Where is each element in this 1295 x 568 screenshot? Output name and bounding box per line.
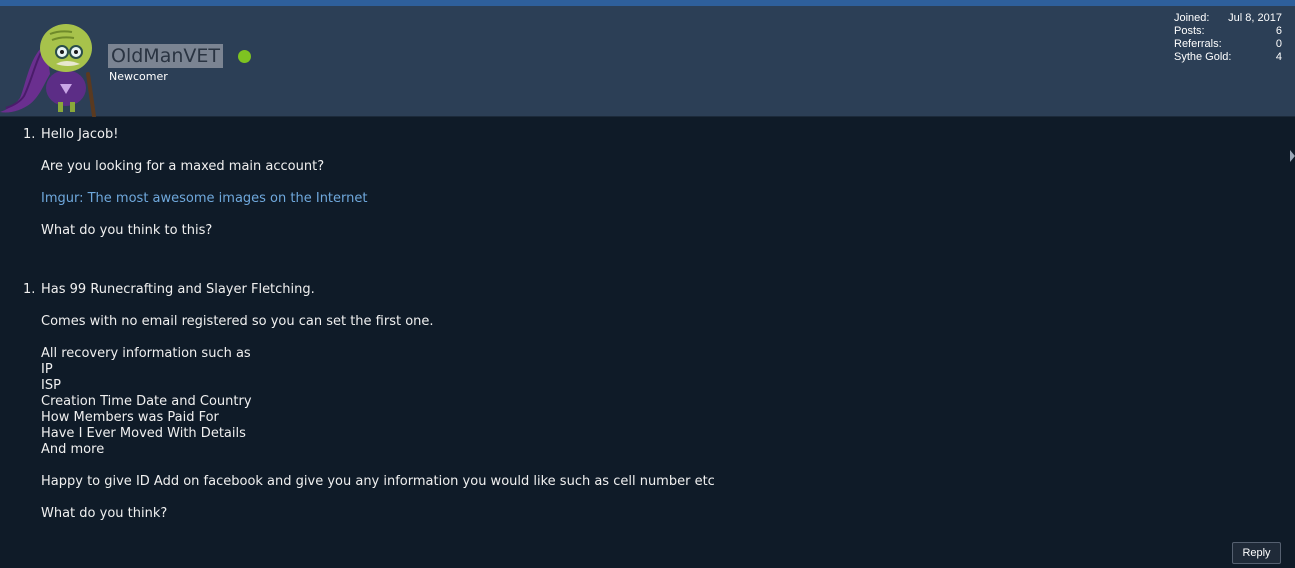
recovery-item: And more xyxy=(41,442,105,457)
stat-referrals-label: Referrals: xyxy=(1174,38,1222,50)
recovery-item: Have I Ever Moved With Details xyxy=(41,426,246,441)
recovery-item: IP xyxy=(41,362,53,377)
imgur-link[interactable]: Imgur: The most awesome images on the In… xyxy=(41,191,367,206)
forum-post: OldManVET Newcomer Joined: Jul 8, 2017 P… xyxy=(0,0,1295,568)
stat-referrals: Referrals: 0 xyxy=(1174,38,1282,51)
online-status-icon xyxy=(238,50,251,63)
cartoon-old-man-avatar-icon[interactable] xyxy=(0,14,104,118)
post-skills: Has 99 Runecrafting and Slayer Fletching… xyxy=(41,282,315,297)
reply-button[interactable]: Reply xyxy=(1232,542,1281,564)
post-closing: What do you think? xyxy=(41,506,168,521)
stat-joined-label: Joined: xyxy=(1174,12,1210,24)
stat-posts-value: 6 xyxy=(1275,25,1282,37)
post-recovery-intro: All recovery information such as xyxy=(41,346,251,361)
post-greeting: Hello Jacob! xyxy=(41,127,119,142)
post-followup: What do you think to this? xyxy=(41,223,213,238)
recovery-item: How Members was Paid For xyxy=(41,410,219,425)
stat-referrals-value: 0 xyxy=(1275,38,1282,50)
post-author-header: OldManVET Newcomer Joined: Jul 8, 2017 P… xyxy=(0,6,1295,118)
scroll-arrow-icon[interactable] xyxy=(1290,150,1295,162)
post-offer: Happy to give ID Add on facebook and giv… xyxy=(41,474,715,489)
list-number: 1. xyxy=(23,127,36,142)
stat-joined-value: Jul 8, 2017 xyxy=(1228,12,1282,24)
user-title: Newcomer xyxy=(109,70,168,83)
post-question: Are you looking for a maxed main account… xyxy=(41,159,325,174)
list-number: 1. xyxy=(23,282,36,297)
recovery-item: ISP xyxy=(41,378,61,393)
stat-posts: Posts: 6 xyxy=(1174,25,1282,38)
post-body: 1. Hello Jacob! Are you looking for a ma… xyxy=(0,117,1290,568)
recovery-item: Creation Time Date and Country xyxy=(41,394,252,409)
stat-posts-label: Posts: xyxy=(1174,25,1205,37)
post-email: Comes with no email registered so you ca… xyxy=(41,314,434,329)
username[interactable]: OldManVET xyxy=(108,44,223,68)
stat-gold-label: Sythe Gold: xyxy=(1174,51,1232,63)
user-stats: Joined: Jul 8, 2017 Posts: 6 Referrals: … xyxy=(1174,12,1282,64)
stat-joined: Joined: Jul 8, 2017 xyxy=(1174,12,1282,25)
stat-gold-value: 4 xyxy=(1275,51,1282,63)
stat-gold: Sythe Gold: 4 xyxy=(1174,51,1282,64)
